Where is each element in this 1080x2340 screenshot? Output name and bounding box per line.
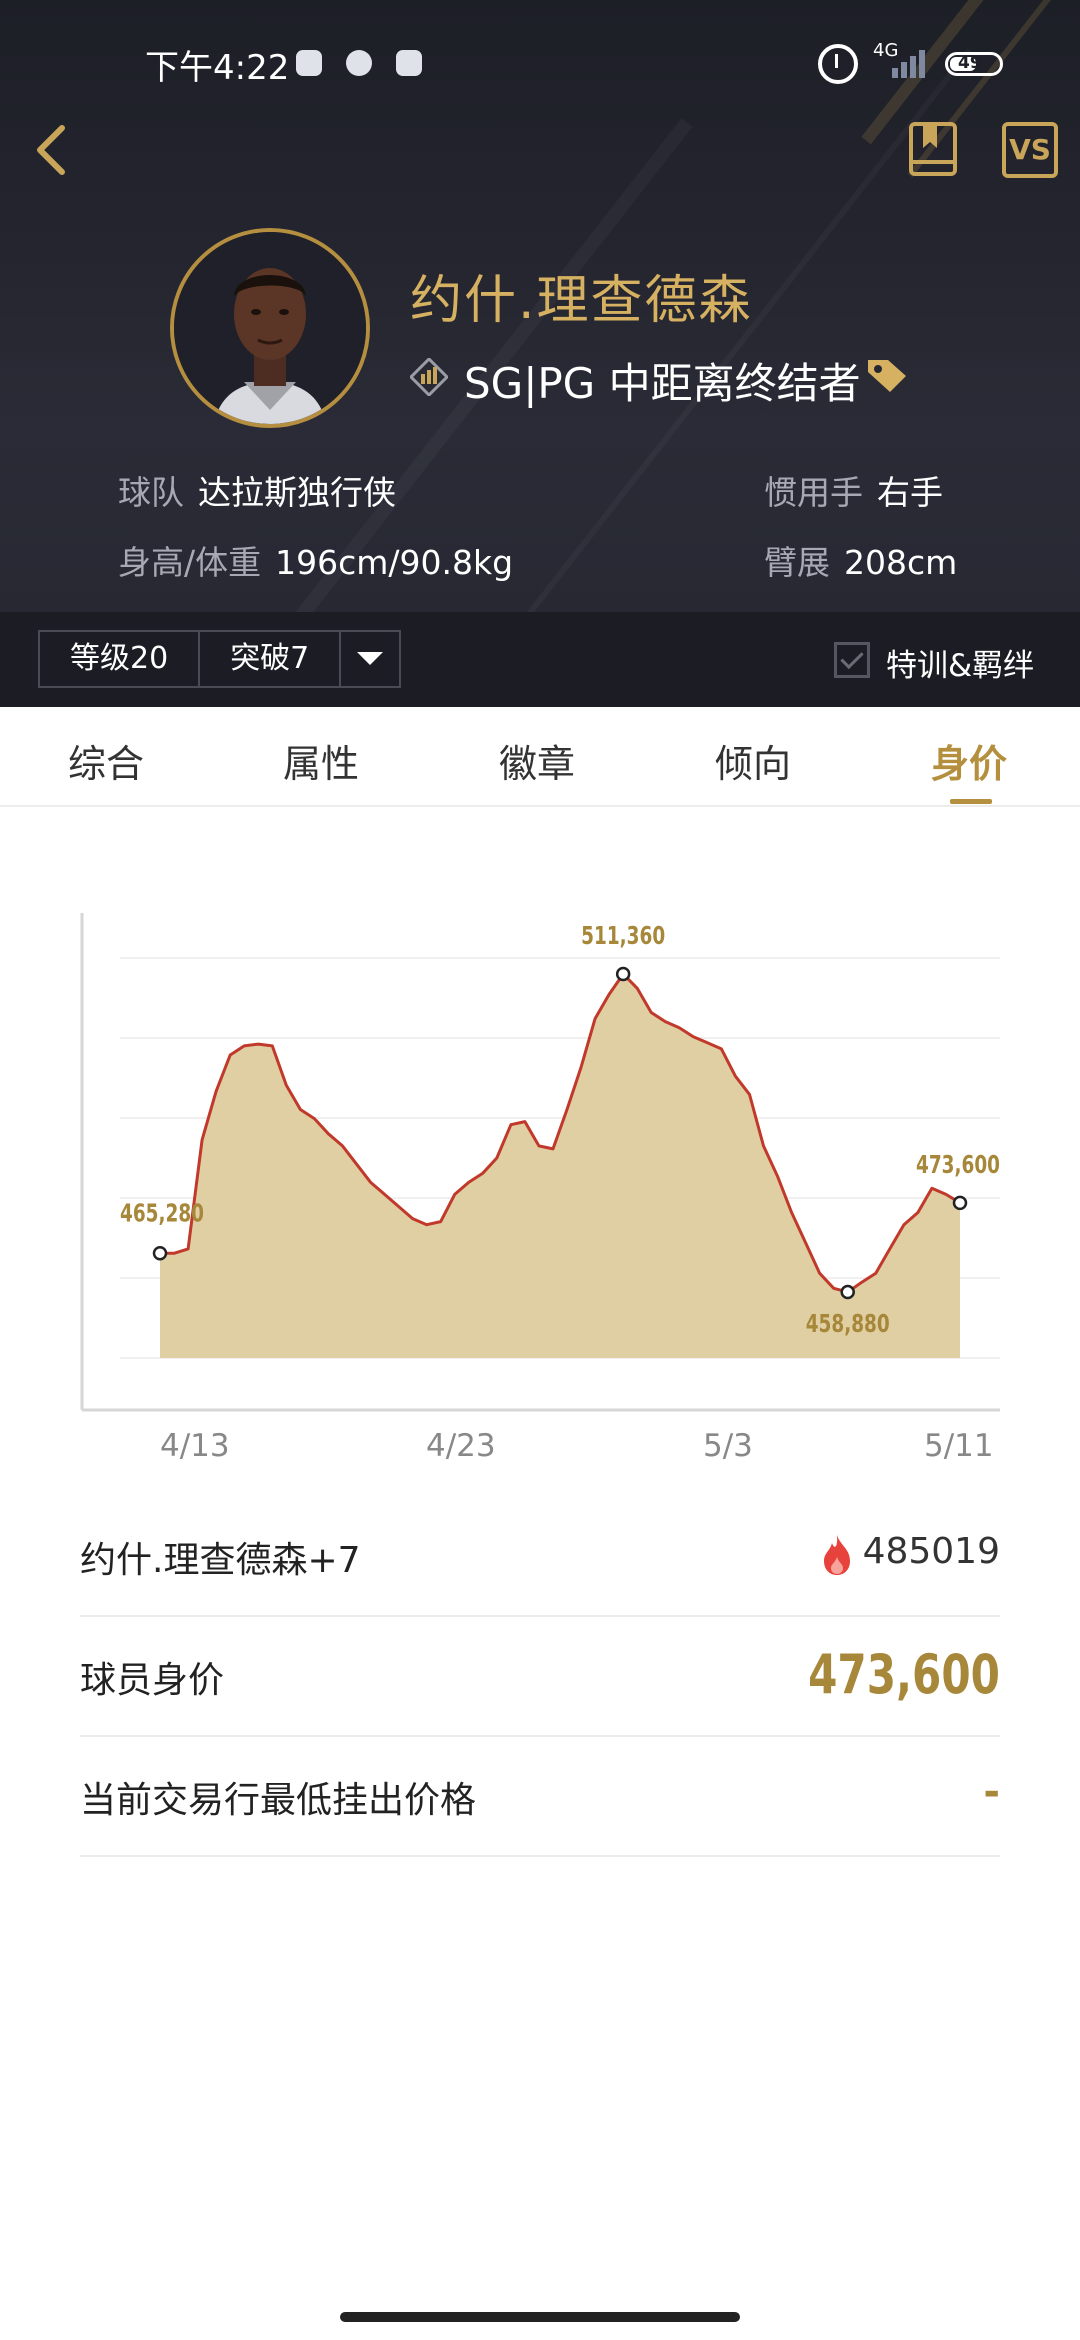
breakthrough-value[interactable]: 突破7 (200, 632, 342, 686)
tab-tendencies[interactable]: 倾向 (715, 733, 791, 788)
position-icon (410, 358, 448, 396)
wingspan-info: 臂展 208cm (764, 543, 958, 582)
level-value[interactable]: 等级20 (40, 632, 201, 686)
body-info: 身高/体重 196cm/90.8kg (118, 543, 514, 582)
x-tick-label: 4/23 (426, 1428, 496, 1464)
player-position: SG|PG 中距离终结者 (464, 359, 861, 408)
compare-button[interactable]: VS (1002, 122, 1058, 178)
dropdown-arrow-icon[interactable] (341, 632, 399, 686)
player-portrait (174, 232, 366, 424)
battery-icon: 49 (945, 52, 1003, 76)
back-button[interactable] (28, 120, 78, 180)
training-checkbox[interactable] (834, 642, 870, 678)
player-value-label: 球员身价 (80, 1660, 225, 1701)
player-header: 下午4:22 4G 49 VS 约什.理查德森 SG|PG 中距离终结者 球队 … (0, 0, 1080, 707)
chevron-left-icon (37, 125, 65, 175)
signal-icon (892, 46, 932, 78)
body-value: 196cm/90.8kg (275, 543, 514, 582)
wingspan-value: 208cm (844, 543, 958, 582)
player-name: 约什.理查德森 (410, 271, 753, 331)
x-tick-label: 5/3 (703, 1428, 753, 1464)
lowest-price-label: 当前交易行最低挂出价格 (80, 1780, 477, 1821)
lowest-price-value: - (983, 1769, 1000, 1815)
hand-info: 惯用手 右手 (764, 473, 943, 512)
collection-button[interactable] (905, 120, 963, 178)
data-point-marker (152, 1246, 168, 1261)
x-tick-label: 4/13 (160, 1428, 230, 1464)
tab-value[interactable]: 身价 (931, 733, 1007, 788)
player-value: 473,600 (808, 1643, 1000, 1706)
tab-badges[interactable]: 徽章 (499, 733, 575, 788)
training-checkbox-label[interactable]: 特训&羁绊 (886, 640, 1034, 685)
nav-bar: VS (0, 100, 1080, 200)
message-icon (346, 50, 372, 76)
tag-icon[interactable] (864, 356, 910, 394)
team-value: 达拉斯独行侠 (198, 473, 396, 512)
team-info: 球队 达拉斯独行侠 (118, 473, 396, 512)
level-selector[interactable]: 等级20 突破7 (38, 630, 402, 688)
x-tick-label: 5/11 (924, 1428, 994, 1464)
data-label: 473,600 (916, 1151, 1000, 1179)
battery-level: 49 (958, 53, 982, 73)
heat-label: 约什.理查德森+7 (80, 1540, 361, 1581)
data-label: 511,360 (581, 922, 665, 950)
heat-value: 485019 (862, 1531, 1000, 1572)
tab-overview[interactable]: 综合 (68, 733, 144, 788)
tab-attributes[interactable]: 属性 (283, 733, 359, 788)
status-time: 下午4:22 (145, 48, 290, 88)
active-tab-indicator (950, 799, 992, 804)
lowest-price-row: 当前交易行最低挂出价格 - (80, 1737, 1000, 1857)
fire-icon (824, 1535, 850, 1575)
player-avatar (170, 228, 370, 428)
data-point-marker (840, 1284, 855, 1300)
home-indicator[interactable] (340, 2312, 740, 2322)
tab-bar: 综合 属性 徽章 倾向 身价 (0, 707, 1080, 807)
heat-row: 约什.理查德森+7 485019 (80, 1497, 1000, 1617)
value-chart-svg: 465,280 511,360 458,880 473,600 (80, 913, 1000, 1412)
data-label: 465,280 (120, 1199, 204, 1227)
book-icon (909, 122, 957, 176)
chat-icon (396, 50, 422, 76)
data-point-marker (615, 966, 631, 982)
value-chart: 465,280 511,360 458,880 473,600 4/13 4/23 5… (0, 808, 1080, 1488)
data-label: 458,880 (806, 1310, 890, 1338)
player-value-row: 球员身价 473,600 (80, 1617, 1000, 1737)
value-area (160, 974, 960, 1358)
data-point-marker (952, 1195, 968, 1211)
notification-icon (296, 50, 322, 76)
hand-value: 右手 (877, 473, 943, 512)
alarm-icon (818, 44, 858, 84)
